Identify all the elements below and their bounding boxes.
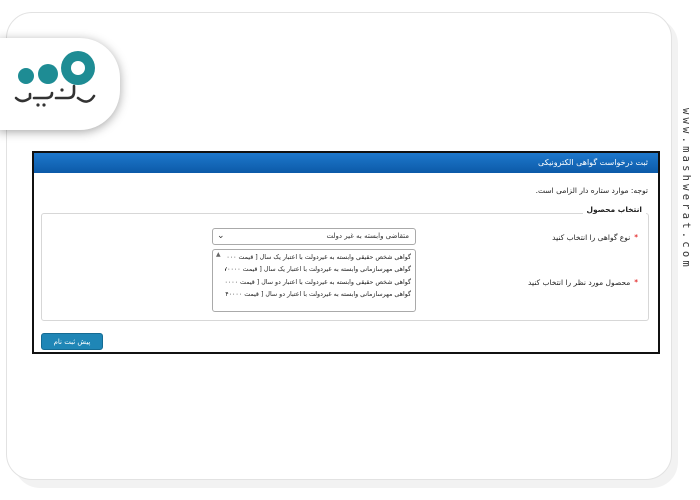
list-item[interactable]: گواهی شخص حقیقی وابسته به غیردولت با اعت…: [225, 252, 411, 264]
scroll-up-icon[interactable]: ▲: [216, 251, 221, 258]
required-note: توجه: موارد ستاره دار الزامی است.: [535, 186, 648, 195]
logo-card: [0, 38, 120, 130]
cert-type-label: *نوع گواهی را انتخاب کنید: [552, 233, 638, 242]
product-label: *محصول مورد نظر را انتخاب کنید: [528, 278, 638, 287]
product-legend: انتخاب محصول: [582, 205, 646, 214]
form-title: ثبت درخواست گواهی الکترونیکی: [34, 153, 658, 173]
cert-type-selected-value: متقاضی وابسته به غیر دولت: [326, 232, 409, 240]
list-item[interactable]: گواهی مهرسازمانی وابسته به غیردولت با اع…: [225, 264, 411, 276]
product-list: گواهی شخص حقیقی وابسته به غیردولت با اعت…: [225, 252, 411, 301]
mashwerat-logo-icon: [14, 51, 96, 107]
list-item[interactable]: گواهی شخص حقیقی وابسته به غیردولت با اعت…: [225, 277, 411, 289]
site-url-vertical: www.mashwerat.com: [680, 108, 692, 270]
cert-type-select[interactable]: متقاضی وابسته به غیر دولت ⌄: [212, 228, 416, 245]
chevron-down-icon: ⌄: [217, 231, 225, 241]
required-star: *: [634, 233, 638, 242]
pre-register-button[interactable]: پیش ثبت نام: [41, 333, 103, 350]
product-listbox[interactable]: ▲ گواهی شخص حقیقی وابسته به غیردولت با ا…: [212, 249, 416, 312]
required-star: *: [634, 278, 638, 287]
certificate-request-form: ثبت درخواست گواهی الکترونیکی توجه: موارد…: [32, 151, 660, 354]
list-item[interactable]: گواهی مهرسازمانی وابسته به غیردولت با اع…: [225, 289, 411, 301]
product-label-text: محصول مورد نظر را انتخاب کنید: [528, 278, 631, 287]
cert-type-label-text: نوع گواهی را انتخاب کنید: [552, 233, 631, 242]
